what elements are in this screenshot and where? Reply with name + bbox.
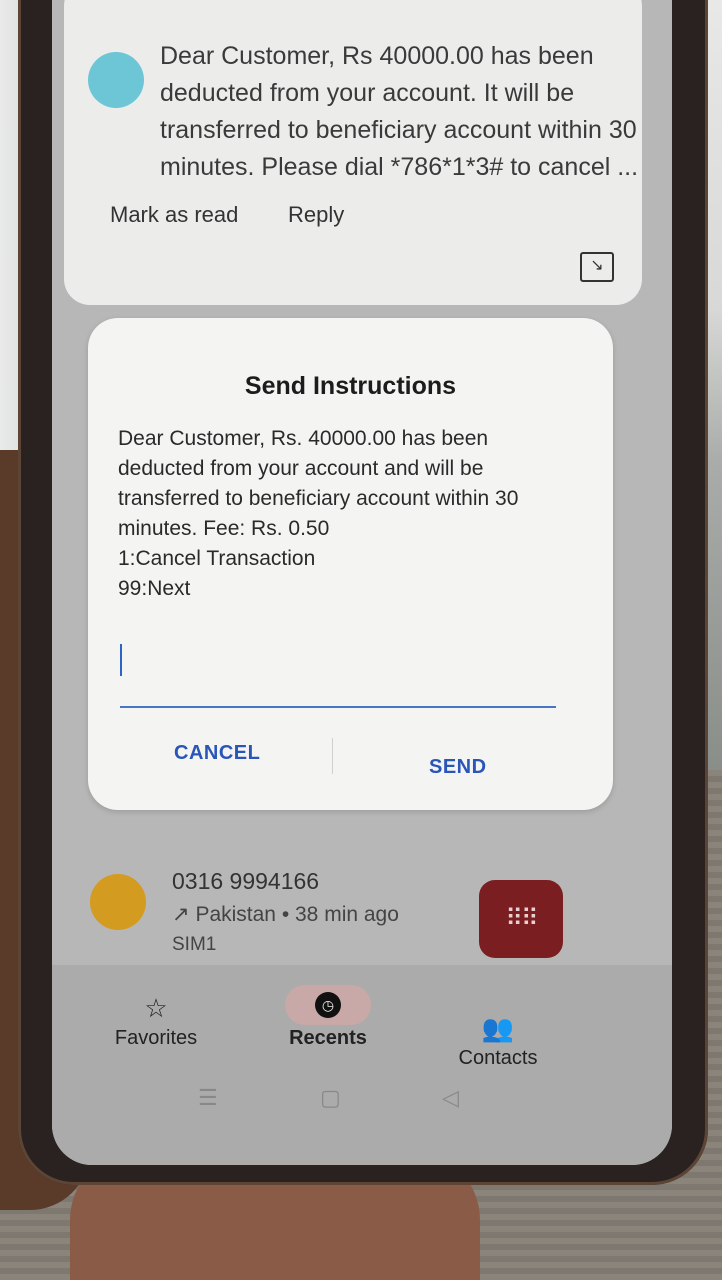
tab-favorites-label: Favorites: [114, 1027, 198, 1049]
cancel-button[interactable]: CANCEL: [174, 742, 260, 765]
expand-icon[interactable]: ↘: [580, 252, 614, 282]
reply-input[interactable]: [120, 706, 556, 708]
tab-recents[interactable]: ◷ Recents: [258, 985, 398, 1050]
system-home-icon[interactable]: ▢: [320, 1085, 341, 1111]
call-number: 0316 9994166: [172, 868, 320, 894]
text-cursor: [120, 644, 122, 676]
reply-button[interactable]: Reply: [288, 202, 344, 228]
send-button[interactable]: SEND: [429, 756, 487, 779]
bottom-navigation: ☆ Favorites ◷ Recents 👥 Contacts: [52, 965, 672, 1165]
contacts-icon: 👥: [481, 1013, 515, 1043]
dialog-title: Send Instructions: [244, 372, 457, 400]
call-sim: SIM1: [172, 934, 217, 955]
outgoing-arrow-icon: ↗: [172, 903, 196, 926]
system-back-icon[interactable]: ◁: [442, 1085, 459, 1111]
mark-as-read-button[interactable]: Mark as read: [110, 202, 238, 228]
dialog-line: transferred to beneficiary account withi…: [118, 487, 519, 510]
send-instructions-dialog: Send Instructions Dear Customer, Rs. 400…: [88, 318, 613, 810]
contact-avatar-icon: [90, 874, 146, 930]
dialpad-button[interactable]: ⠿⠿: [479, 880, 563, 958]
button-divider: [332, 738, 333, 774]
sms-notification[interactable]: Dear Customer, Rs 40000.00 has been dedu…: [64, 0, 642, 305]
call-meta: Pakistan • 38 min ago: [195, 903, 399, 926]
dialog-message: Dear Customer, Rs. 40000.00 has been ded…: [118, 424, 588, 604]
dialog-line: 99:Next: [118, 577, 191, 600]
clock-icon: ◷: [315, 992, 341, 1018]
dialog-line: minutes. Fee: Rs. 0.50: [118, 517, 330, 540]
contact-avatar-icon: [88, 52, 144, 108]
tab-contacts[interactable]: 👥 Contacts: [428, 1013, 568, 1070]
dialpad-icon: ⠿⠿: [505, 905, 538, 932]
tab-favorites[interactable]: ☆ Favorites: [86, 993, 226, 1050]
notification-message: Dear Customer, Rs 40000.00 has been dedu…: [160, 42, 639, 181]
photo-scene: Dear Customer, Rs 40000.00 has been dedu…: [0, 0, 722, 1280]
star-icon: ☆: [144, 993, 168, 1023]
system-recent-apps-icon[interactable]: ☰: [198, 1085, 218, 1111]
dialog-line: 1:Cancel Transaction: [118, 547, 316, 570]
tab-recents-label: Recents: [289, 1027, 367, 1049]
recents-indicator: ◷: [285, 985, 371, 1025]
dialog-line: deducted from your account and will be: [118, 457, 484, 480]
tab-contacts-label: Contacts: [458, 1047, 538, 1069]
dialog-line: Dear Customer, Rs. 40000.00 has been: [118, 427, 489, 450]
